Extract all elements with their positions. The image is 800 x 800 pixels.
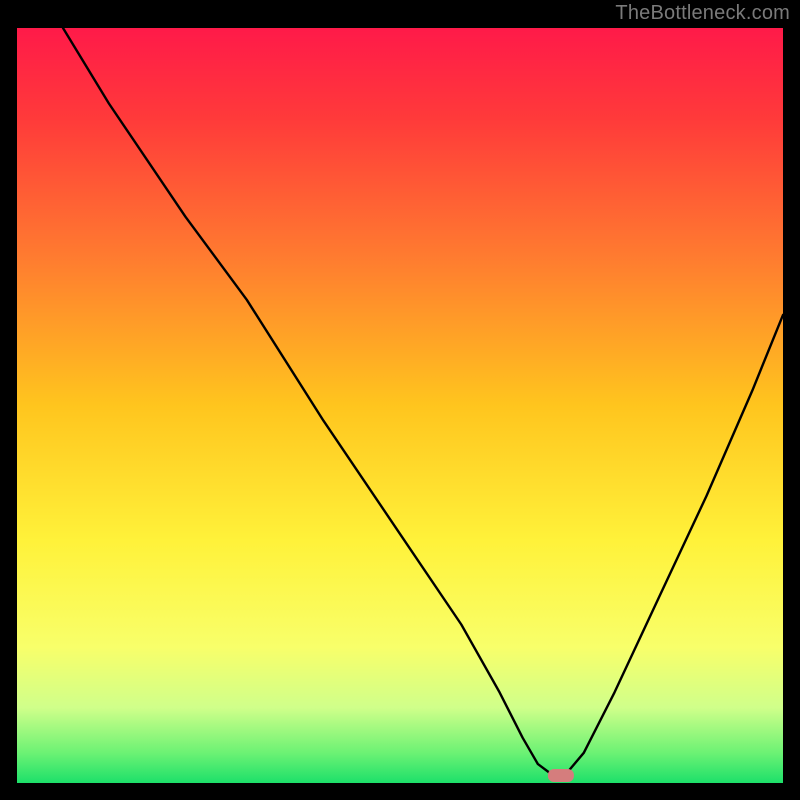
current-config-marker [548,769,574,782]
watermark-text: TheBottleneck.com [615,2,790,25]
plot-area [17,28,783,783]
gradient-background [17,28,783,783]
chart-svg [17,28,783,783]
chart-frame: TheBottleneck.com [0,0,800,800]
